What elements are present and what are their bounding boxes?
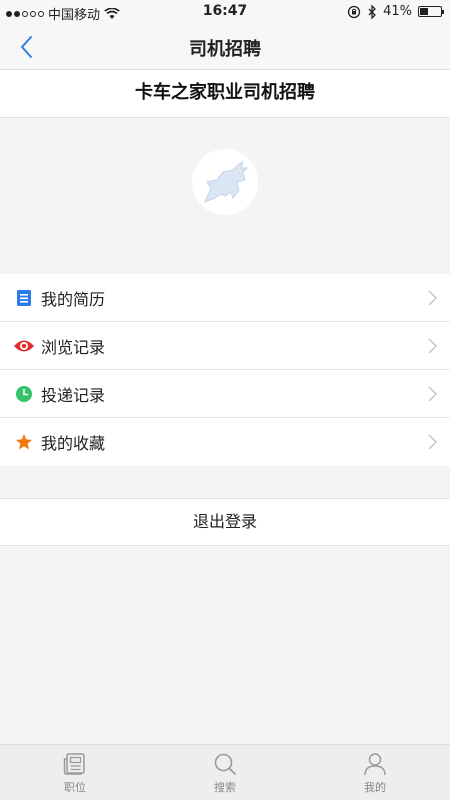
menu-item-label: 浏览记录 [41,337,106,357]
tab-label: 职位 [64,781,86,794]
menu-item-label: 我的简历 [41,289,106,309]
tab-profile[interactable]: 我的 [300,745,450,800]
profile-screen: 中国移动 16:47 41% 司机招聘 卡车之家职业司机招聘 我的简历 浏览记录… [0,0,450,800]
clock-icon [13,383,35,405]
star-icon [13,431,35,453]
chevron-right-icon [428,290,438,306]
eye-icon [13,335,35,357]
logout-button[interactable]: 退出登录 [0,498,450,546]
battery-icon [418,6,444,17]
menu-item-delivery-history[interactable]: 投递记录 [0,370,450,418]
tab-label: 搜索 [214,781,236,794]
bull-logo-icon [204,161,249,203]
resume-icon [13,287,35,309]
chevron-right-icon [428,338,438,354]
menu-item-label: 我的收藏 [41,434,106,453]
menu-item-resume[interactable]: 我的简历 [0,274,450,322]
profile-menu: 我的简历 浏览记录 投递记录 我的收藏 [0,274,450,466]
menu-item-label: 投递记录 [41,385,106,405]
rotation-lock-icon [347,5,361,18]
site-header-title: 卡车之家职业司机招聘 [0,70,450,118]
status-bar: 中国移动 16:47 41% [0,0,450,24]
tab-bar: 职位 搜索 我的 [0,744,450,800]
battery-fill [420,8,429,15]
bluetooth-icon [368,4,377,19]
status-right: 41% [347,4,444,19]
tab-label: 我的 [364,781,386,794]
navigation-bar: 司机招聘 [0,24,450,70]
menu-item-favorites[interactable]: 我的收藏 [0,418,450,466]
page-title: 司机招聘 [189,39,261,60]
person-icon [364,753,386,776]
search-icon [214,753,236,775]
tab-jobs[interactable]: 职位 [0,745,150,800]
chevron-right-icon [428,434,438,450]
menu-item-browse-history[interactable]: 浏览记录 [0,322,450,370]
avatar[interactable] [192,149,258,215]
newspaper-icon [63,753,85,775]
chevron-right-icon [428,386,438,402]
tab-search[interactable]: 搜索 [150,745,300,800]
battery-percent: 41% [383,4,412,19]
